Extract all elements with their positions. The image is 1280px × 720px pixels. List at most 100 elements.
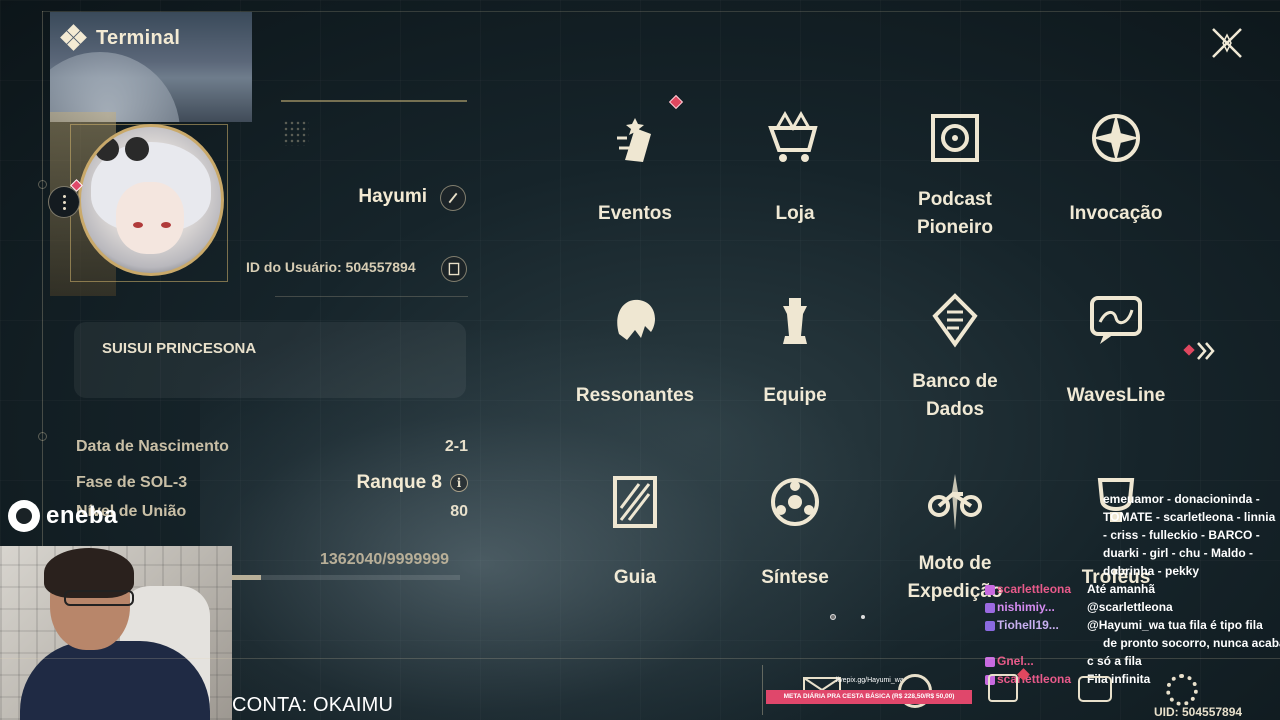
page-title: Terminal	[96, 26, 181, 49]
frame-tick	[38, 180, 47, 189]
settings-gear-icon[interactable]	[1166, 674, 1198, 706]
chat-message: Tiohell19... @Hayumi_wa tua fila é tipo f…	[985, 616, 1280, 634]
account-caption: CONTA: OKAIMU	[232, 694, 394, 716]
menu-item-label: WavesLine	[1066, 385, 1166, 406]
menu-item-databank[interactable]: Banco de Dados	[875, 290, 1035, 470]
sponsor-name: eneba	[46, 502, 118, 529]
chat-text: duarki - girl - chu - Maldo -	[1103, 546, 1253, 560]
uid-divider	[275, 296, 468, 297]
chat-text: emeuamor - donacioninda -	[1103, 492, 1260, 506]
terminal-diamond-icon	[60, 24, 87, 51]
menu-item-label: Guia	[613, 567, 657, 588]
stat-value-group: Ranque 8 i	[356, 472, 468, 494]
chat-username[interactable]: Tiohell19...	[997, 616, 1087, 634]
guide-icon	[613, 476, 657, 528]
chat-text: @Hayumi_wa tua fila é tipo fila	[1087, 618, 1263, 632]
decorative-dots	[283, 120, 309, 146]
footer-uid: UID: 504557894	[1154, 705, 1243, 719]
chat-message: nishimiy... @scarlettleona	[985, 598, 1280, 616]
events-icon	[617, 118, 651, 162]
stat-sol3-phase: Fase de SOL-3 Ranque 8 i	[76, 471, 468, 495]
exp-progress-fill	[230, 575, 262, 580]
page-dot[interactable]	[861, 615, 865, 619]
chat-message: - criss - fulleckio - BARCO -	[985, 526, 1280, 544]
menu-item-label: Banco de Dados	[912, 371, 998, 420]
chat-text: - criss - fulleckio - BARCO -	[1103, 528, 1260, 542]
chat-message: scarlettleona Até amanhã	[985, 580, 1280, 598]
menu-item-label: Invocação	[1069, 203, 1163, 224]
chat-message: de pronto socorro, nunca acaba	[985, 634, 1280, 652]
podcast-icon	[931, 114, 979, 162]
bottom-divider	[0, 658, 1280, 659]
chat-username[interactable]: nishimiy...	[997, 598, 1087, 616]
menu-item-wavesline[interactable]: WavesLine	[1036, 290, 1196, 470]
team-chess-icon	[783, 298, 807, 344]
chat-text: TOMATE - scarletleona - linnia	[1103, 510, 1276, 524]
stat-label: Fase de SOL-3	[76, 474, 188, 491]
chat-message: duarki - girl - chu - Maldo -	[985, 544, 1280, 562]
edit-name-icon[interactable]	[440, 185, 466, 211]
databank-icon	[932, 293, 978, 348]
stat-label: Data de Nascimento	[76, 438, 229, 455]
expedition-moto-icon	[928, 474, 982, 530]
menu-item-resonators[interactable]: Ressonantes	[555, 290, 715, 470]
menu-item-events[interactable]: Eventos	[555, 108, 715, 288]
profile-more-button[interactable]	[48, 186, 80, 218]
chat-message: Gnel... c só a fila	[985, 652, 1280, 670]
chat-username[interactable]: Gnel...	[997, 652, 1087, 670]
chat-text: Até amanhã	[1087, 582, 1156, 596]
menu-item-label: Eventos	[598, 203, 672, 224]
chat-message: TOMATE - scarletleona - linnia	[985, 508, 1280, 526]
convene-icon	[1092, 114, 1140, 162]
stat-union-level: Nível de União 80	[76, 500, 468, 524]
signature-text: SUISUI PRINCESONA	[102, 340, 257, 357]
eneba-logo-icon	[8, 500, 40, 532]
wavesline-icon	[1090, 296, 1142, 344]
menu-item-convene[interactable]: Invocação	[1036, 108, 1196, 288]
camera-icon[interactable]	[1078, 676, 1112, 702]
menu-item-team-chess[interactable]: Equipe	[715, 290, 875, 470]
chat-message: emeuamor - donacioninda -	[985, 490, 1280, 508]
bottom-separator	[762, 665, 763, 715]
chat-badge-icon	[985, 602, 995, 613]
chat-text: @scarlettleona	[1087, 600, 1173, 614]
info-icon[interactable]: i	[450, 474, 468, 492]
window-title: Terminal	[60, 24, 181, 51]
exp-value: 1362040/9999999	[320, 551, 450, 568]
shop-cart-icon	[768, 110, 818, 162]
menu-item-label: Equipe	[763, 385, 827, 406]
frame-tick	[38, 432, 47, 441]
chat-text: dobrinha - pekky	[1103, 564, 1200, 578]
chat-badge-icon	[985, 620, 995, 631]
page-dot-active[interactable]	[830, 614, 836, 620]
chat-username[interactable]: scarlettleona	[997, 580, 1087, 598]
chat-text: de pronto socorro, nunca acaba	[1103, 636, 1280, 650]
menu-item-podcast[interactable]: Podcast Pioneiro	[875, 108, 1035, 288]
menu-item-label: Podcast Pioneiro	[916, 189, 993, 238]
notice-board-icon[interactable]	[988, 674, 1018, 702]
copy-id-icon[interactable]	[441, 256, 467, 282]
menu-item-synthesis[interactable]: Síntese	[715, 472, 875, 652]
profile-divider	[281, 100, 467, 102]
stat-value: 2-1	[444, 438, 468, 455]
username: Hayumi	[358, 186, 427, 207]
stat-value: 80	[450, 503, 468, 520]
menu-item-guide[interactable]: Guia	[555, 472, 715, 652]
webcam-feed	[0, 546, 232, 720]
menu-item-label: Loja	[775, 203, 815, 224]
synthesis-icon	[771, 478, 819, 526]
donation-goal-banner: META DIÁRIA PRA CESTA BÁSICA (R$ 228,50/…	[766, 690, 972, 704]
stat-birthday: Data de Nascimento 2-1	[76, 435, 468, 459]
close-icon[interactable]	[1208, 24, 1246, 62]
resonators-icon	[617, 299, 655, 340]
chat-badge-icon	[985, 584, 995, 595]
chat-message: scarlettleona Fila infinita	[985, 670, 1280, 688]
menu-item-shop-cart[interactable]: Loja	[715, 108, 875, 288]
menu-item-label: Síntese	[761, 567, 829, 588]
donation-url: livepix.gg/Hayumi_wa	[836, 677, 904, 684]
next-page-chevron-icon[interactable]	[1182, 340, 1222, 362]
stat-value: Ranque 8	[356, 472, 442, 493]
user-id: ID do Usuário: 504557894	[246, 259, 416, 275]
avatar[interactable]	[78, 124, 224, 276]
signature-field[interactable]: SUISUI PRINCESONA	[74, 322, 466, 398]
